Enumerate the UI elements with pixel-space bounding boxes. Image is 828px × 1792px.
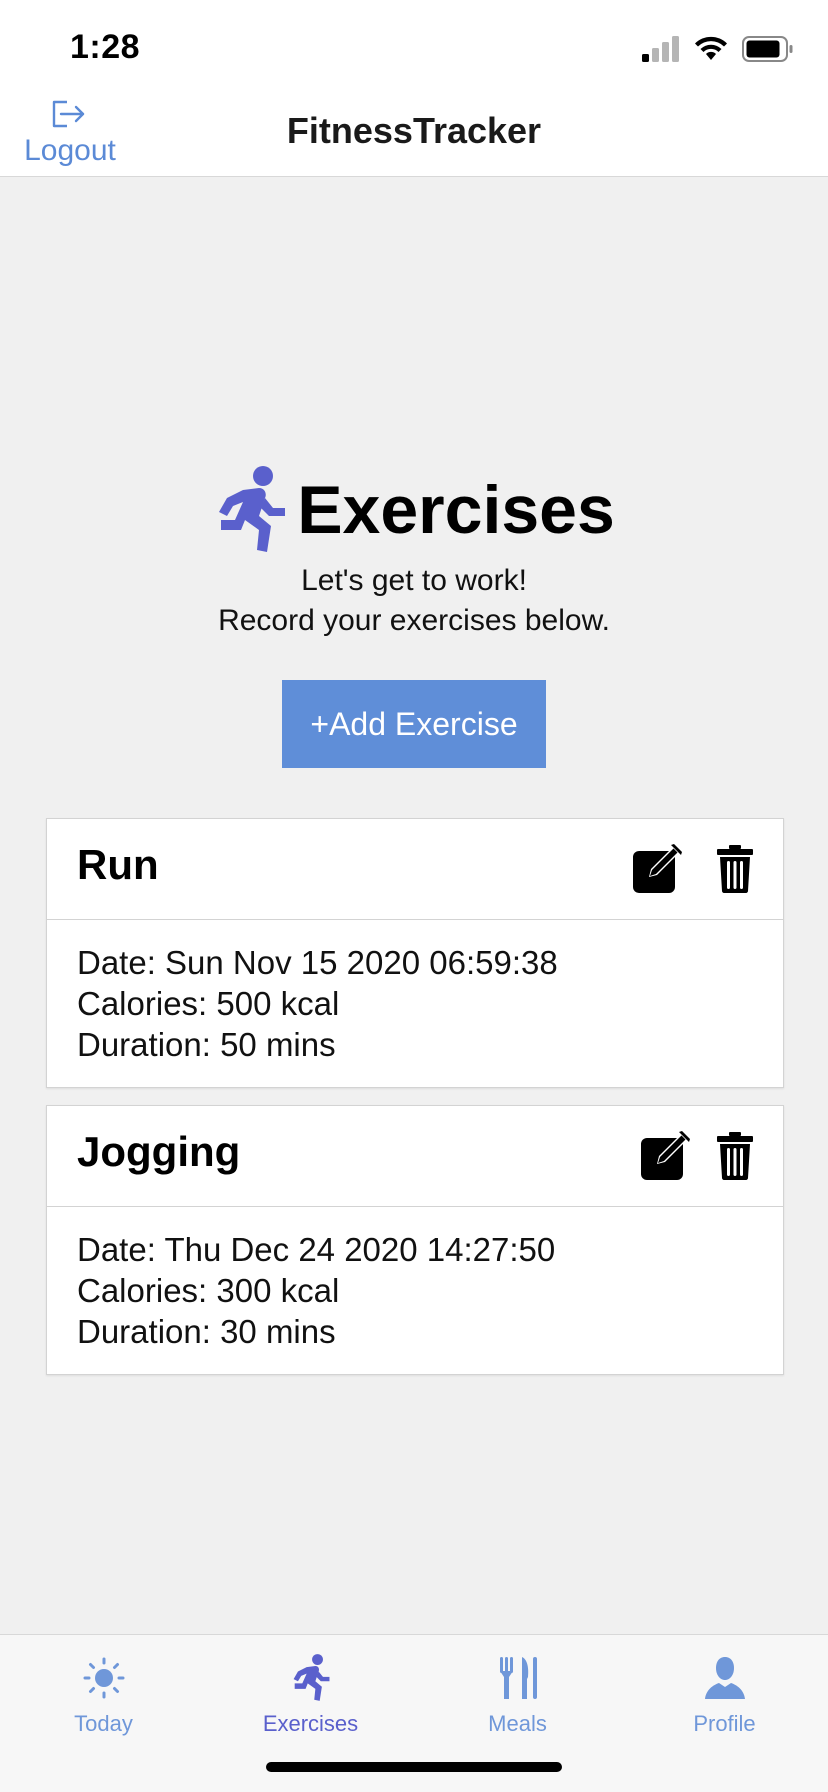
edit-icon[interactable] bbox=[639, 1130, 691, 1182]
tab-label: Today bbox=[74, 1711, 133, 1736]
exercise-duration: Duration: 50 mins bbox=[77, 1026, 336, 1063]
exercise-name: Jogging bbox=[77, 1128, 241, 1175]
wifi-icon bbox=[695, 36, 727, 60]
cellular-signal-icon bbox=[642, 36, 679, 62]
exercise-name: Run bbox=[77, 841, 159, 888]
running-icon bbox=[219, 466, 286, 552]
app-title: FitnessTracker bbox=[286, 110, 542, 151]
exercise-calories: Calories: 500 kcal bbox=[77, 985, 340, 1022]
tab-label: Exercises bbox=[262, 1711, 359, 1736]
user-icon bbox=[704, 1657, 745, 1699]
exercise-card: Run Date: Sun Nov 15 2020 06:59:38 Calor… bbox=[46, 818, 784, 1088]
exercise-duration: Duration: 30 mins bbox=[77, 1313, 336, 1350]
card-header: Run bbox=[47, 819, 783, 920]
home-indicator[interactable] bbox=[266, 1762, 562, 1772]
card-body: Date: Sun Nov 15 2020 06:59:38 Calories:… bbox=[47, 920, 783, 1087]
status-bar: 1:28 bbox=[0, 0, 828, 88]
subtitle-line-2: Record your exercises below. bbox=[218, 604, 610, 637]
page-heading: Exercises bbox=[0, 460, 828, 560]
page-title: Exercises bbox=[297, 472, 615, 548]
sun-icon bbox=[83, 1657, 124, 1699]
exercise-date: Date: Sun Nov 15 2020 06:59:38 bbox=[77, 944, 558, 981]
tab-meals[interactable]: Meals bbox=[414, 1645, 621, 1745]
status-icons bbox=[642, 34, 794, 64]
exercise-calories: Calories: 300 kcal bbox=[77, 1272, 340, 1309]
trash-icon[interactable] bbox=[717, 845, 753, 893]
trash-icon[interactable] bbox=[717, 1132, 753, 1180]
subtitle-line-1: Let's get to work! bbox=[301, 564, 527, 597]
page-subtitle: Let's get to work! Record your exercises… bbox=[0, 561, 828, 641]
card-header: Jogging bbox=[47, 1106, 783, 1207]
edit-icon[interactable] bbox=[631, 843, 683, 895]
card-body: Date: Thu Dec 24 2020 14:27:50 Calories:… bbox=[47, 1207, 783, 1374]
exercise-card: Jogging Date: Thu Dec 24 2020 14:27:50 C… bbox=[46, 1105, 784, 1375]
tab-today[interactable]: Today bbox=[0, 1645, 207, 1745]
tab-label: Meals bbox=[488, 1711, 547, 1736]
tab-profile[interactable]: Profile bbox=[621, 1645, 828, 1745]
utensils-icon bbox=[499, 1657, 537, 1699]
tab-label: Profile bbox=[693, 1711, 756, 1736]
tab-exercises[interactable]: Exercises bbox=[207, 1645, 414, 1745]
exercises-screen: 1:28 Logout FitnessTracker Exercises Let… bbox=[0, 0, 828, 1792]
running-icon bbox=[293, 1654, 329, 1701]
exercise-date: Date: Thu Dec 24 2020 14:27:50 bbox=[77, 1231, 556, 1268]
status-time: 1:28 bbox=[70, 28, 141, 66]
navigation-bar: Logout FitnessTracker bbox=[0, 88, 828, 177]
battery-icon bbox=[742, 36, 793, 62]
add-exercise-button[interactable]: +Add Exercise bbox=[282, 680, 546, 768]
